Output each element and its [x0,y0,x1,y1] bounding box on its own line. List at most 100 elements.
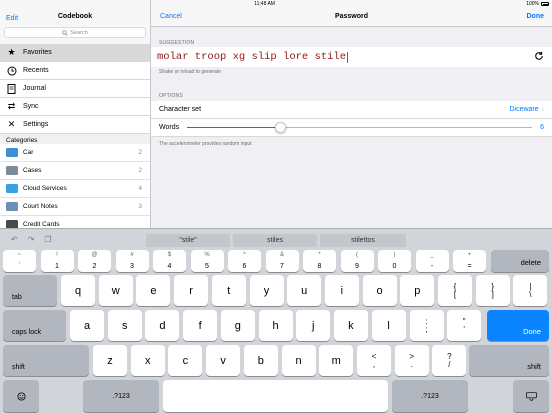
key-t[interactable]: t [211,275,246,306]
key-k[interactable]: k [333,310,368,341]
key-m[interactable]: m [319,345,354,376]
key-p[interactable]: p [400,275,435,306]
key-punct-1[interactable]: " ' [447,310,482,341]
key-r[interactable]: r [174,275,209,306]
sidebar-item-journal[interactable]: Journal [0,80,150,98]
key-w[interactable]: w [98,275,133,306]
key-9[interactable]: (9 [340,250,374,272]
clock-icon [6,65,17,76]
key-symbol-0[interactable]: {[ [438,275,472,306]
redo-icon[interactable]: ↷ [28,235,35,244]
key--[interactable]: _ - [415,250,449,272]
prediction-2[interactable]: stiles [233,234,317,247]
key-d[interactable]: d [145,310,180,341]
return-done-key[interactable]: Done [487,310,549,341]
key-u[interactable]: u [287,275,322,306]
category-car[interactable]: Car 2 [0,144,150,162]
key-q[interactable]: q [61,275,95,306]
search-placeholder: Search [70,29,88,36]
journal-icon [6,83,17,94]
sidebar-item-settings[interactable]: ✕ Settings [0,116,150,134]
key-3[interactable]: #3 [115,250,149,272]
reload-icon[interactable] [534,51,544,64]
key-punct2-2[interactable]: ? / [432,345,467,376]
key-y[interactable]: y [249,275,284,306]
category-cases[interactable]: Cases 2 [0,162,150,180]
sidebar: Edit Codebook Search ★ Favorites Recents… [0,0,151,228]
shift-left-key[interactable]: shift [3,345,89,376]
key-7[interactable]: & 7 [265,250,299,272]
sidebar-item-recents[interactable]: Recents [0,62,150,80]
undo-icon[interactable]: ↶ [11,235,18,244]
words-slider[interactable] [187,122,533,133]
key-i[interactable]: i [324,275,359,306]
numbers-right-key[interactable]: .?123 [392,380,468,412]
key-4[interactable]: $4 [153,250,186,272]
key-punct-0[interactable]: :; [409,310,444,341]
sidebar-item-sync[interactable]: ⇄ Sync [0,98,150,116]
numbers-left-key[interactable]: .?123 [83,380,159,412]
prediction-3[interactable]: stilettos [320,234,406,247]
key-`[interactable]: ~ ` [3,250,36,272]
character-set-row[interactable]: Character set Diceware › [151,101,552,119]
delete-key[interactable]: delete [491,250,549,272]
key-b[interactable]: b [243,345,278,376]
search-input[interactable]: Search [4,27,146,38]
key-z[interactable]: z [93,345,127,376]
key-f[interactable]: f [183,310,218,341]
shift-right-key[interactable]: shift [469,345,549,376]
paste-icon[interactable]: ❐ [44,235,51,244]
key-6[interactable]: ^ 6 [228,250,261,272]
key-8[interactable]: * 8 [303,250,336,272]
category-cloud-services[interactable]: Cloud Services 4 [0,180,150,198]
prediction-1[interactable]: "stile" [146,234,230,247]
star-icon: ★ [7,47,16,57]
key-c[interactable]: c [168,345,203,376]
sidebar-menu: ★ Favorites Recents Journal ⇄ Sync ✕ Set… [0,44,150,134]
key-g[interactable]: g [220,310,255,341]
suggestion-field[interactable]: molar troop xg slip lore stile [151,47,552,67]
caps-lock-key[interactable]: caps lock [3,310,66,341]
key-o[interactable]: o [362,275,397,306]
key-j[interactable]: j [296,310,331,341]
key-2[interactable]: @2 [78,250,111,272]
character-set-label: Character set [159,106,202,113]
keyboard-toolbar: ↶ ↷ ❐ "stile" stiles stilettos [0,229,552,249]
key-h[interactable]: h [258,310,293,341]
key-=[interactable]: + = [453,250,486,272]
space-key[interactable] [163,380,388,412]
key-punct2-1[interactable]: >. [394,345,429,376]
key-v[interactable]: v [206,345,241,376]
options-note: The accelerometer provides random input [159,141,252,147]
key-l[interactable]: l [371,310,406,341]
key-0[interactable]: ) 0 [378,250,411,272]
words-row: Words 6 [151,119,552,137]
keyboard: ↶ ↷ ❐ "stile" stiles stilettos ~ `! 1 @2 #3 $… [0,228,552,414]
edit-button[interactable]: Edit [6,15,18,22]
key-1[interactable]: ! 1 [40,250,74,272]
done-button[interactable]: Done [527,13,545,20]
words-label: Words [159,124,180,131]
categories-header: Categories [0,134,150,144]
category-court-notes[interactable]: Court Notes 3 [0,198,150,216]
hide-keyboard-key[interactable] [513,380,549,412]
key-punct2-0[interactable]: <, [357,345,391,376]
category-label: Court Notes [23,203,58,210]
sidebar-item-label: Favorites [23,49,52,56]
key-n[interactable]: n [281,345,316,376]
suggestion-header: SUGGESTION [159,40,195,46]
sidebar-item-favorites[interactable]: ★ Favorites [0,44,150,62]
key-a[interactable]: a [70,310,104,341]
key-symbol-2[interactable]: | \ [513,275,548,306]
emoji-key[interactable] [3,380,39,412]
sidebar-item-label: Recents [23,67,49,74]
key-5[interactable]: % 5 [190,250,224,272]
tab-key[interactable]: tab [3,275,57,306]
slider-thumb[interactable] [274,122,286,133]
key-x[interactable]: x [130,345,165,376]
key-e[interactable]: e [136,275,171,306]
key-s[interactable]: s [107,310,142,341]
car-icon [6,148,18,157]
key-symbol-1[interactable]: }] [475,275,510,306]
category-credit-cards[interactable]: Credit Cards [0,216,150,228]
